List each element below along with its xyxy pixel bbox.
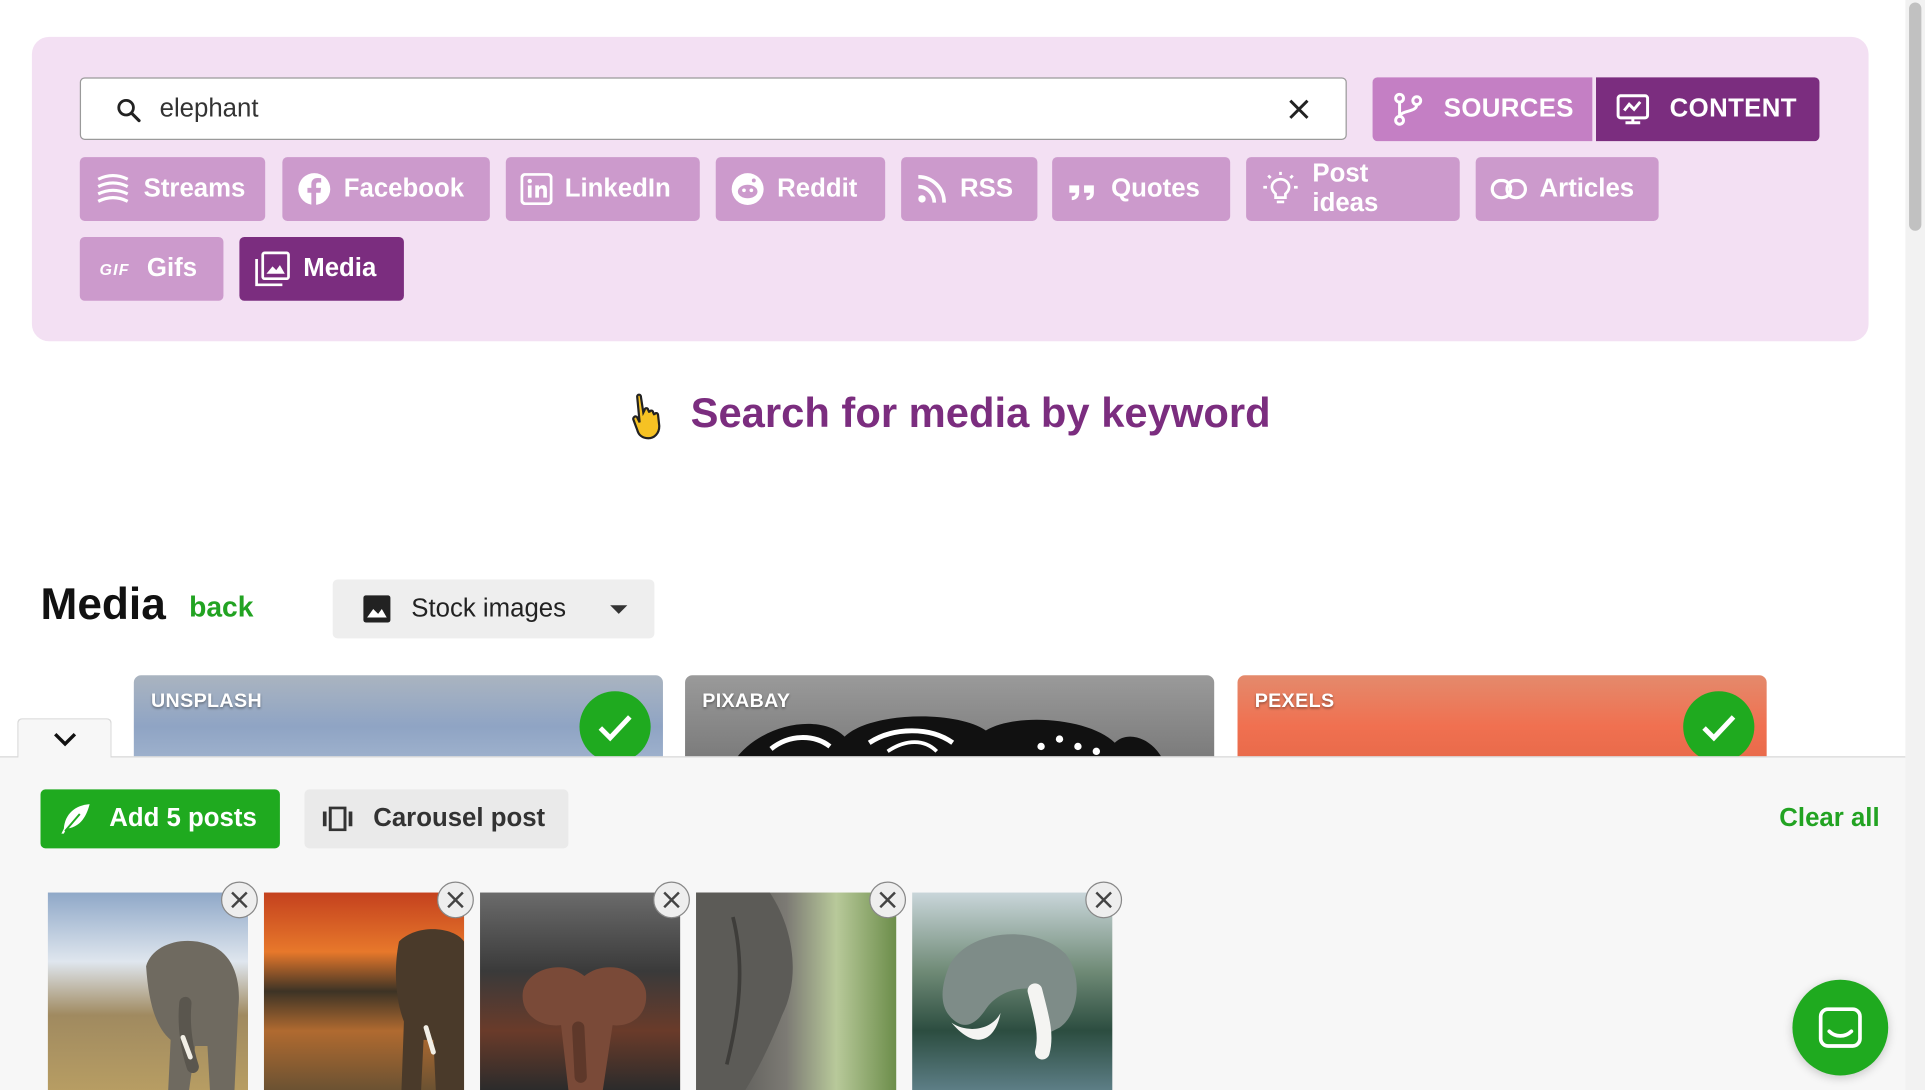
scrollbar-thumb[interactable] [1909,2,1922,231]
quotes-icon [1069,185,1094,201]
close-icon [1095,891,1112,909]
sources-toggle[interactable]: SOURCES [1372,77,1593,142]
selected-thumbnail[interactable] [696,892,897,1090]
remove-thumbnail-button[interactable] [1085,881,1123,919]
check-icon [579,691,651,762]
sources-label: SOURCES [1443,94,1574,123]
content-icon [1616,94,1650,125]
content-toggle[interactable]: CONTENT [1596,77,1820,142]
elephant-art-icon [734,716,1164,762]
check-icon [1683,691,1755,762]
chip-articles[interactable]: Articles [1475,157,1659,221]
carousel-label: Carousel post [373,804,546,833]
content-label: CONTENT [1669,94,1797,123]
image-icon [255,251,290,287]
chip-linkedin[interactable]: LinkedIn [505,157,700,221]
close-icon [879,891,896,909]
chip-gifs[interactable]: GIF Gifs [79,236,224,301]
chip-label: LinkedIn [564,174,671,203]
rss-icon [918,174,946,203]
selected-thumbnail[interactable] [480,892,681,1090]
source-label: PEXELS [1254,691,1335,713]
lightbulb-icon [1263,171,1298,204]
linkedin-icon [520,173,553,206]
chip-label: RSS [960,174,1014,203]
chip-label: Streams [143,174,246,203]
caret-down-icon [610,605,628,614]
clear-all-link[interactable]: Clear all [1779,804,1879,833]
selected-thumbnail[interactable] [47,892,248,1090]
chat-icon [1818,1007,1862,1048]
remove-thumbnail-button[interactable] [653,881,690,919]
chat-launcher-button[interactable] [1792,979,1889,1076]
add-posts-button[interactable]: Add 5 posts [40,789,280,849]
close-icon [231,891,248,909]
carousel-post-button[interactable]: Carousel post [304,789,569,849]
dropdown-label: Stock images [411,594,567,623]
add-posts-label: Add 5 posts [109,804,257,833]
branch-icon [1394,92,1423,126]
chip-label: Articles [1539,174,1635,203]
source-card-pixabay[interactable]: PIXABAY [685,675,1215,762]
image-icon [363,595,391,623]
chip-label: Gifs [146,254,198,283]
chip-post-ideas[interactable]: Post ideas [1246,157,1460,221]
collapse-tray-button[interactable] [17,718,112,758]
chevron-down-icon [53,732,76,746]
selected-thumbnail[interactable] [912,892,1113,1090]
search-box [79,77,1347,140]
gif-icon: GIF [99,259,130,279]
pointing-hand-icon [632,393,661,440]
chip-rss[interactable]: RSS [901,157,1038,221]
facebook-icon [298,173,331,206]
remove-thumbnail-button[interactable] [220,881,258,919]
search-hint: Search for media by keyword [0,390,1900,440]
back-link[interactable]: back [189,591,253,624]
feather-icon [61,804,90,834]
link-icon [1490,178,1528,200]
source-card-unsplash[interactable]: UNSPLASH [133,675,663,762]
source-label: PIXABAY [702,691,791,713]
media-title: Media [40,578,166,629]
clear-search-icon[interactable] [1287,97,1312,122]
chip-quotes[interactable]: Quotes [1052,157,1231,221]
chip-reddit[interactable]: Reddit [715,157,886,221]
source-label: UNSPLASH [151,691,263,713]
source-card-pexels[interactable]: PEXELS [1237,675,1767,762]
chip-media[interactable]: Media [239,236,404,301]
chip-label: Media [303,254,377,283]
chip-label: Reddit [777,174,858,203]
search-panel: SOURCES CONTENT Streams Facebook LinkedI… [31,36,1869,342]
chip-facebook[interactable]: Facebook [282,157,490,221]
selected-thumbnail[interactable] [263,892,465,1090]
search-input[interactable] [159,92,1240,127]
chip-streams[interactable]: Streams [79,157,266,221]
chip-label: Quotes [1111,174,1200,203]
reddit-icon [731,173,764,206]
remove-thumbnail-button[interactable] [437,881,474,919]
chip-label: Facebook [343,174,465,203]
hint-text: Search for media by keyword [690,390,1271,438]
streams-icon [97,173,129,203]
chip-label: Post ideas [1312,159,1379,218]
remove-thumbnail-button[interactable] [869,881,907,919]
page-scrollbar[interactable] [1905,0,1925,1090]
media-type-dropdown[interactable]: Stock images [332,579,655,639]
search-icon [117,98,141,123]
close-icon [663,891,680,909]
carousel-icon [322,806,353,832]
close-icon [447,891,464,909]
